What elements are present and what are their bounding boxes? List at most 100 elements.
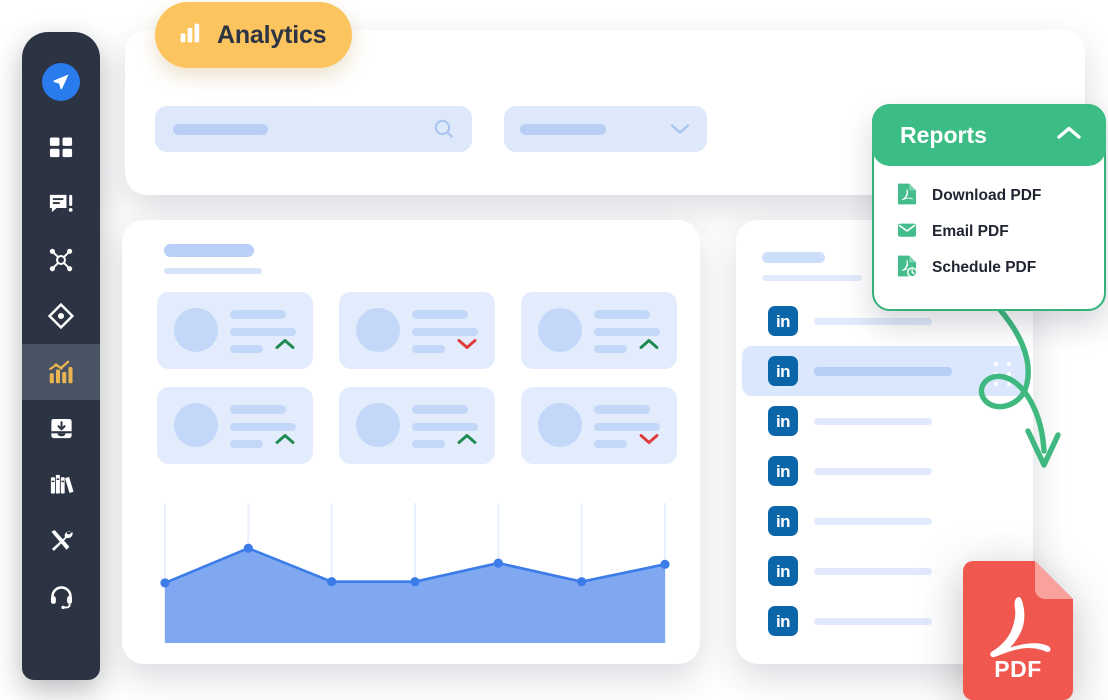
pdf-file-icon <box>896 182 918 211</box>
search-input-value <box>173 124 268 135</box>
stat-card[interactable] <box>339 292 495 369</box>
menu-item-label: Download PDF <box>932 187 1042 204</box>
linkedin-icon: in <box>768 406 798 436</box>
search-icon[interactable] <box>432 117 456 146</box>
trend-up-icon <box>274 337 296 356</box>
sidebar-item-compass[interactable] <box>22 288 100 344</box>
stat-card[interactable] <box>521 292 677 369</box>
analytics-card <box>122 220 700 664</box>
sidebar-item-network[interactable] <box>22 232 100 288</box>
sidebar-item-tools[interactable] <box>22 512 100 568</box>
pdf-badge[interactable]: PDF <box>963 561 1073 700</box>
trend-down-icon <box>456 337 478 356</box>
chart-data-point[interactable] <box>410 577 420 587</box>
list-item-text-skeleton <box>814 366 952 376</box>
filter-select[interactable] <box>504 106 707 152</box>
menu-item-schedule-pdf[interactable]: Schedule PDF <box>872 250 1106 286</box>
envelope-icon <box>896 218 918 247</box>
curved-arrow-icon <box>950 295 1080 500</box>
inbox-download-icon <box>48 415 75 442</box>
list-item[interactable]: in <box>742 496 1027 546</box>
menu-item-download-pdf[interactable]: Download PDF <box>872 178 1106 214</box>
avatar <box>538 308 582 352</box>
filter-select-value <box>520 124 606 135</box>
tools-wrench-icon <box>48 527 75 554</box>
reports-title: Reports <box>900 121 987 148</box>
trend-up-icon <box>274 432 296 451</box>
linkedin-icon-label: in <box>775 411 791 431</box>
linkedin-icon-label: in <box>775 561 791 581</box>
chart-data-point[interactable] <box>493 558 503 568</box>
linkedin-icon: in <box>768 506 798 536</box>
sidebar <box>22 32 100 680</box>
sidebar-item-logo[interactable] <box>22 54 100 110</box>
analytics-card-header <box>164 244 262 274</box>
stat-card[interactable] <box>157 387 313 464</box>
list-item-text-skeleton <box>814 567 932 575</box>
linkedin-icon: in <box>768 356 798 386</box>
diamond-compass-icon <box>47 302 75 330</box>
analytics-tab[interactable]: Analytics <box>155 2 353 68</box>
trend-down-icon <box>638 432 660 451</box>
header-title-skeleton <box>164 244 254 257</box>
linkedin-icon: in <box>768 456 798 486</box>
analytics-tab-label: Analytics <box>217 20 327 49</box>
search-input[interactable] <box>155 106 472 152</box>
stat-card[interactable] <box>339 387 495 464</box>
stat-card-grid <box>157 292 677 464</box>
trend-up-icon <box>456 432 478 451</box>
avatar <box>174 403 218 447</box>
avatar <box>174 308 218 352</box>
contacts-card-header <box>762 252 862 281</box>
header-title-skeleton <box>762 252 825 263</box>
chart-data-point[interactable] <box>327 577 337 587</box>
list-item-text-skeleton <box>814 317 932 325</box>
sidebar-item-messages[interactable] <box>22 176 100 232</box>
sidebar-item-support[interactable] <box>22 568 100 624</box>
sidebar-item-analytics[interactable] <box>22 344 100 400</box>
library-books-icon <box>48 471 75 498</box>
linkedin-icon: in <box>768 556 798 586</box>
linkedin-icon: in <box>768 606 798 636</box>
list-item-text-skeleton <box>814 467 932 475</box>
linkedin-icon-label: in <box>775 611 791 631</box>
menu-item-email-pdf[interactable]: Email PDF <box>872 214 1106 250</box>
menu-item-label: Schedule PDF <box>932 259 1037 276</box>
bar-chart-icon <box>177 20 203 51</box>
sidebar-item-inbox[interactable] <box>22 400 100 456</box>
stat-card[interactable] <box>521 387 677 464</box>
sidebar-item-library[interactable] <box>22 456 100 512</box>
header-subtitle-skeleton <box>164 268 262 274</box>
menu-item-label: Email PDF <box>932 223 1009 240</box>
header-subtitle-skeleton <box>762 275 862 281</box>
app-stage: Analytics in in in in in in in Reports D… <box>0 0 1108 700</box>
sidebar-item-dashboard[interactable] <box>22 120 100 176</box>
linkedin-icon-label: in <box>775 311 791 331</box>
grid-dashboard-icon <box>47 134 75 162</box>
chart-data-point[interactable] <box>243 543 253 553</box>
avatar <box>538 403 582 447</box>
reports-menu: Download PDF Email PDF Schedule PDF <box>872 178 1106 286</box>
pdf-clock-icon <box>896 254 918 283</box>
chevron-down-icon[interactable] <box>669 121 691 142</box>
linkedin-icon: in <box>768 306 798 336</box>
trend-up-icon <box>638 337 660 356</box>
chart-data-point[interactable] <box>660 559 670 569</box>
chevron-up-icon[interactable] <box>1054 123 1084 148</box>
list-item-text-skeleton <box>814 417 932 425</box>
reports-toggle-button[interactable]: Reports <box>872 104 1106 166</box>
network-share-icon <box>47 246 75 274</box>
chat-alert-icon <box>47 190 75 218</box>
analytics-chart-icon <box>46 357 76 387</box>
linkedin-icon-label: in <box>775 461 791 481</box>
linkedin-icon-label: in <box>775 511 791 531</box>
area-chart <box>157 503 673 643</box>
avatar <box>356 403 400 447</box>
chart-data-point[interactable] <box>160 578 170 588</box>
stat-card[interactable] <box>157 292 313 369</box>
pdf-badge-label: PDF <box>994 656 1042 682</box>
list-item-text-skeleton <box>814 617 932 625</box>
chart-data-point[interactable] <box>577 577 587 587</box>
paper-plane-icon <box>42 63 80 101</box>
list-item-text-skeleton <box>814 517 932 525</box>
